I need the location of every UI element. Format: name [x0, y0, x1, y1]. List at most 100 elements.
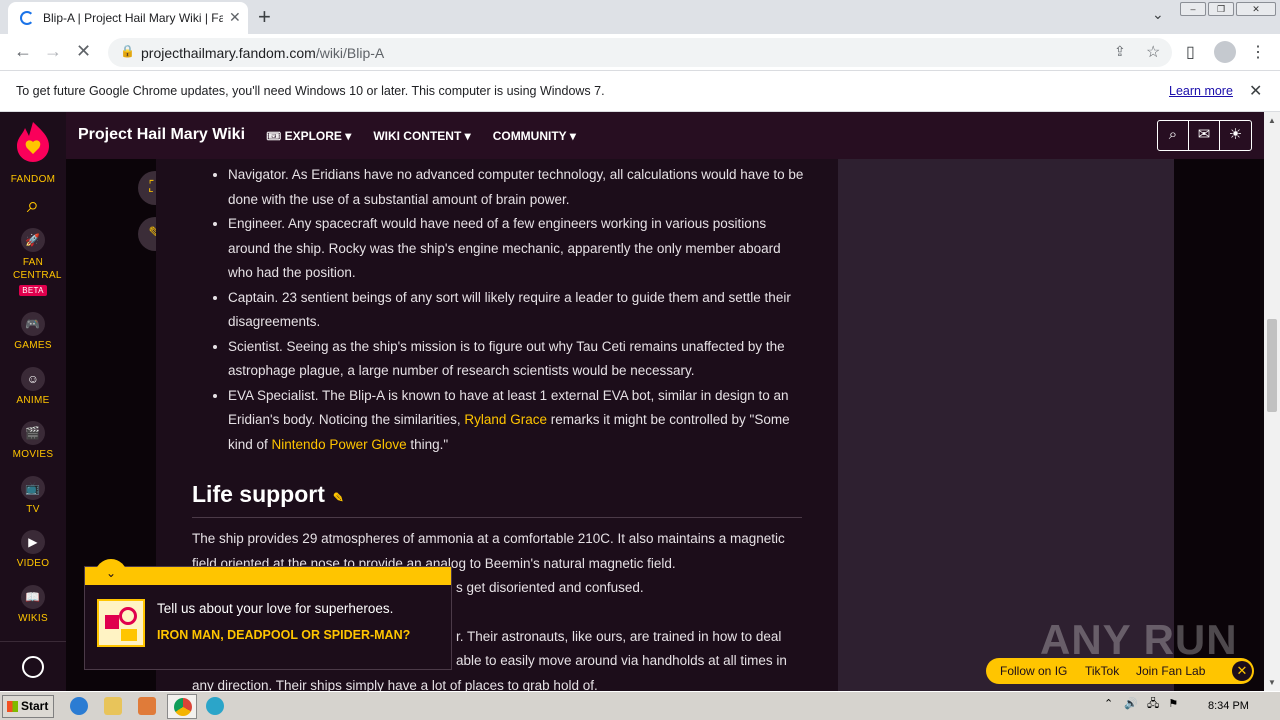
- rail-fan-central-label: FAN CENTRAL: [13, 257, 62, 281]
- collapse-chevron-icon[interactable]: ⌄: [95, 559, 127, 585]
- page-gutter-right: [1174, 159, 1264, 691]
- window-controls: – ❐ ✕: [1180, 2, 1276, 16]
- rail-tv[interactable]: 📺 TV: [0, 476, 66, 515]
- paragraph-fragment: able to easily move around via handholds…: [456, 653, 787, 668]
- edit-section-icon[interactable]: ✎: [333, 490, 344, 505]
- restore-button[interactable]: ❐: [1208, 2, 1234, 16]
- media-player-icon[interactable]: [138, 697, 156, 715]
- beta-badge: BETA: [19, 285, 47, 296]
- rail-user-account[interactable]: [0, 641, 66, 691]
- discussions-icon[interactable]: ✉: [1189, 121, 1220, 150]
- side-panel-icon[interactable]: ▯: [1186, 42, 1195, 62]
- fandom-logo-icon[interactable]: [15, 120, 51, 164]
- scroll-up-icon[interactable]: ▲: [1268, 116, 1276, 125]
- close-window-button[interactable]: ✕: [1236, 2, 1276, 16]
- section-heading-text: Life support: [192, 481, 325, 507]
- wiki-header: Project Hail Mary Wiki 🎟 EXPLORE ▾ WIKI …: [66, 112, 1264, 159]
- url-text: projecthailmary.fandom.com/wiki/Blip-A: [141, 45, 384, 61]
- list-item: Scientist. Seeing as the ship's mission …: [228, 335, 808, 384]
- volume-icon[interactable]: 🔊: [1124, 698, 1138, 710]
- list-item: Captain. 23 sentient beings of any sort …: [228, 286, 808, 335]
- chevron-down-icon: ▾: [345, 129, 352, 143]
- profile-avatar[interactable]: [1214, 41, 1236, 63]
- nav-community[interactable]: COMMUNITY ▾: [493, 129, 576, 143]
- search-icon[interactable]: ⌕: [1158, 121, 1189, 150]
- theme-toggle-icon[interactable]: ☀: [1220, 121, 1251, 150]
- tab-search-chevron-icon[interactable]: ⌄: [1152, 6, 1164, 23]
- rail-games-label: GAMES: [14, 340, 52, 351]
- rail-tv-label: TV: [26, 504, 40, 515]
- join-fan-lab-link[interactable]: Join Fan Lab: [1136, 664, 1205, 678]
- scrollbar-thumb[interactable]: [1267, 319, 1277, 412]
- chevron-down-icon: ▾: [569, 129, 576, 143]
- tiktok-link[interactable]: TikTok: [1085, 664, 1119, 678]
- network-icon[interactable]: 🖧: [1147, 698, 1159, 710]
- tray-expand-icon[interactable]: ⌃: [1104, 698, 1113, 710]
- new-tab-icon[interactable]: +: [258, 4, 271, 30]
- clapperboard-icon: 🎬: [21, 421, 45, 445]
- nintendo-power-glove-link[interactable]: Nintendo Power Glove: [272, 437, 407, 452]
- rail-games[interactable]: 🎮 GAMES: [0, 312, 66, 351]
- address-bar[interactable]: 🔒 projecthailmary.fandom.com/wiki/Blip-A…: [108, 38, 1172, 67]
- paragraph-fragment: s get disoriented and confused.: [456, 580, 644, 595]
- browser-tab[interactable]: Blip-A | Project Hail Mary Wiki | Fandom…: [8, 2, 248, 34]
- back-arrow-icon[interactable]: ←: [14, 41, 32, 62]
- social-follow-bar: Follow on IG TikTok Join Fan Lab ✕: [986, 658, 1254, 684]
- ryland-grace-link[interactable]: Ryland Grace: [464, 412, 547, 427]
- section-heading: Life support ✎: [192, 481, 344, 508]
- rail-fandom-label[interactable]: FANDOM: [0, 174, 66, 185]
- rail-movies[interactable]: 🎬 MOVIES: [0, 421, 66, 460]
- follow-ig-link[interactable]: Follow on IG: [1000, 664, 1067, 678]
- popup-answer-link[interactable]: IRON MAN, DEADPOOL OR SPIDER-MAN?: [157, 627, 427, 643]
- share-icon[interactable]: ⇪: [1114, 43, 1126, 60]
- scroll-down-icon[interactable]: ▼: [1268, 678, 1276, 687]
- forward-arrow-icon[interactable]: →: [44, 41, 62, 62]
- browser-tab-strip: Blip-A | Project Hail Mary Wiki | Fandom…: [0, 0, 1280, 34]
- nav-community-label: COMMUNITY: [492, 129, 567, 143]
- tab-close-icon[interactable]: ✕: [229, 9, 241, 26]
- list-item: Engineer. Any spacecraft would have need…: [228, 212, 808, 286]
- menu-kebab-icon[interactable]: ⋮: [1250, 42, 1266, 62]
- rail-wikis-label: WIKIS: [18, 613, 48, 624]
- url-domain: projecthailmary.fandom.com: [141, 45, 316, 61]
- close-icon[interactable]: ✕: [1232, 661, 1252, 681]
- rail-wikis[interactable]: 📖 WIKIS: [0, 585, 66, 624]
- explorer-folder-icon[interactable]: [104, 697, 122, 715]
- infobar-close-icon[interactable]: ✕: [1249, 81, 1262, 101]
- infobar-message: To get future Google Chrome updates, you…: [16, 84, 605, 98]
- minimize-button[interactable]: –: [1180, 2, 1206, 16]
- quiz-popup: ⌄ Tell us about your love for superheroe…: [84, 559, 452, 670]
- ie-icon[interactable]: [70, 697, 88, 715]
- action-center-flag-icon[interactable]: ⚑: [1168, 698, 1178, 710]
- rail-anime[interactable]: ☺ ANIME: [0, 367, 66, 406]
- rail-search[interactable]: ⌕: [0, 192, 66, 218]
- chrome-icon: [174, 698, 192, 716]
- rail-fan-central[interactable]: 🚀 FAN CENTRAL BETA: [0, 228, 66, 296]
- lock-icon[interactable]: 🔒: [120, 44, 135, 58]
- list-item: Navigator. As Eridians have no advanced …: [228, 163, 808, 212]
- section-divider: [192, 517, 802, 518]
- nav-explore[interactable]: 🎟 EXPLORE ▾: [266, 129, 351, 143]
- page-scrollbar[interactable]: ▲ ▼: [1264, 112, 1280, 691]
- gamepad-icon: 🎮: [21, 312, 45, 336]
- play-icon: ▶: [21, 530, 45, 554]
- search-icon: ⌕: [26, 192, 40, 217]
- popup-top-bar: [85, 567, 451, 585]
- update-infobar: To get future Google Chrome updates, you…: [0, 71, 1280, 112]
- nav-wiki-content-label: WIKI CONTENT: [373, 129, 462, 143]
- chrome-taskbar-button[interactable]: [167, 694, 197, 719]
- wiki-name[interactable]: Project Hail Mary Wiki: [78, 126, 245, 144]
- edge-icon[interactable]: [206, 697, 224, 715]
- start-button[interactable]: Start: [2, 695, 54, 718]
- nav-wiki-content[interactable]: WIKI CONTENT ▾: [373, 129, 470, 143]
- popup-question: Tell us about your love for superheroes.: [157, 601, 394, 616]
- chevron-down-icon: ▾: [464, 129, 471, 143]
- rail-video[interactable]: ▶ VIDEO: [0, 530, 66, 569]
- learn-more-link[interactable]: Learn more: [1169, 84, 1233, 98]
- user-account-icon: [22, 656, 44, 678]
- bookmark-star-icon[interactable]: ☆: [1146, 42, 1160, 62]
- stop-loading-icon[interactable]: ✕: [76, 41, 91, 62]
- right-rail: [838, 159, 1174, 691]
- rocket-icon: 🚀: [21, 228, 45, 252]
- wiki-nav: 🎟 EXPLORE ▾ WIKI CONTENT ▾ COMMUNITY ▾: [266, 129, 576, 143]
